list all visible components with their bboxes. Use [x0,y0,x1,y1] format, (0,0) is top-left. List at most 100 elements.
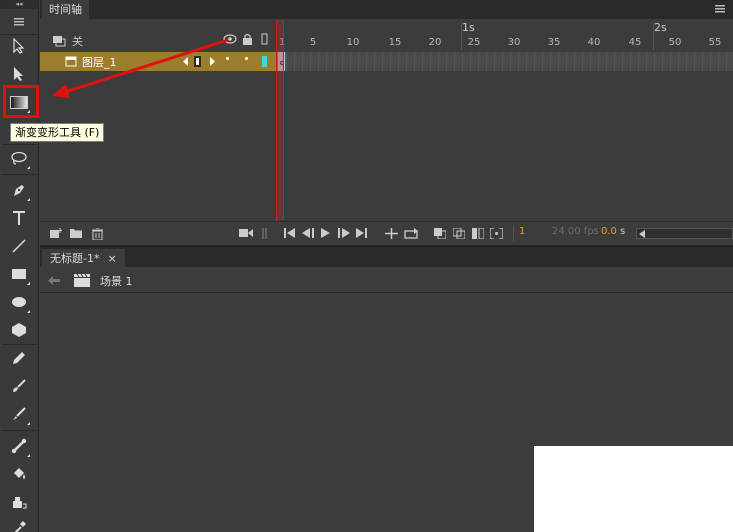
frame-number: 5 [309,37,317,48]
layer-name[interactable]: 图层_1 [82,54,117,70]
paint-brush-icon [13,379,26,392]
bone-tool[interactable] [7,434,31,458]
line-icon [12,239,26,253]
frame-number: 45 [628,37,642,48]
stage-pasteboard[interactable] [40,294,733,532]
ink-bottle-tool[interactable] [7,490,31,514]
step-back-icon[interactable] [302,228,314,238]
modify-markers-icon[interactable] [490,228,503,239]
eye-icon[interactable] [223,34,237,44]
timeline-header: 关 1s 2s 1 5 10 15 20 25 30 35 40 45 50 5… [40,19,733,52]
timeline-empty-area [40,71,733,219]
polygon-icon [12,323,26,337]
paint-brush-tool[interactable] [7,374,31,398]
paint-bucket-icon [14,468,25,479]
visibility-dot[interactable] [226,57,229,60]
lasso-tool[interactable] [7,146,31,170]
current-frame[interactable]: 1 [519,226,525,237]
new-folder-icon[interactable] [70,228,82,238]
edit-multiple-frames-icon[interactable] [472,228,484,239]
pin-icon[interactable] [262,228,268,239]
onion-skin-outlines-icon[interactable] [453,228,465,239]
back-arrow-icon[interactable] [48,276,60,285]
onion-skin-icon[interactable] [434,228,446,239]
frame-number: 50 [668,37,682,48]
pen-tool[interactable] [7,178,31,202]
paint-bucket-tool[interactable] [7,462,31,486]
loop-icon[interactable] [404,228,419,239]
oval-tool[interactable] [7,290,31,314]
selection-tool[interactable] [7,34,31,58]
frame-number: 25 [467,37,481,48]
eyedropper-tool[interactable] [7,516,31,532]
document-tabbar: 无标题-1* × [40,245,733,269]
panel-collapse-button[interactable]: ◂◂ [0,0,38,9]
highlight-box [3,85,39,118]
layer-icon [65,56,77,67]
subselection-tool[interactable] [7,62,31,86]
tab-document[interactable]: 无标题-1* × [42,249,125,269]
document-title: 无标题-1* [50,252,100,265]
play-icon[interactable] [321,228,330,238]
second-label: 2s [654,21,667,34]
panel-menu-button[interactable] [0,9,38,35]
keyframe-nav-icon[interactable] [183,56,215,67]
frame-number: 10 [346,37,360,48]
brush-icon [13,407,26,420]
eyedropper-icon [14,521,26,532]
elapsed-time[interactable]: 0.0 [601,226,617,237]
step-forward-icon[interactable] [338,228,350,238]
pencil-icon [13,352,25,364]
panel-menu-icon[interactable] [715,5,725,13]
brush-tool[interactable] [7,402,31,426]
frame-number: 55 [708,37,722,48]
text-icon [13,211,25,225]
text-tool[interactable] [7,206,31,230]
pencil-tool[interactable] [7,346,31,370]
frame-ruler[interactable]: 1s 2s 1 5 10 15 20 25 30 35 40 45 50 55 [278,19,733,52]
second-label: 1s [462,21,475,34]
frame-number: 20 [428,37,442,48]
selection-arrow-icon [13,38,25,54]
close-tab-icon[interactable]: × [107,249,116,269]
trash-icon[interactable] [92,228,103,240]
tool-tooltip: 渐变变形工具 (F) [10,123,105,142]
tools-panel: ◂◂ [0,0,39,532]
outline-icon[interactable] [261,33,268,45]
outline-color-swatch[interactable] [262,56,267,67]
menu-icon [14,17,24,25]
frame-number: 35 [547,37,561,48]
lasso-icon [11,151,27,165]
layer-header: 关 [52,33,83,49]
timeline-footer: 1 24.00 fps 0.0 s [40,221,733,243]
subselection-arrow-icon [14,67,23,81]
line-tool[interactable] [7,234,31,258]
scene-toggle-label[interactable]: 关 [72,33,83,49]
timeline-horizontal-scrollbar[interactable] [636,228,733,239]
go-to-last-frame-icon[interactable] [356,228,367,238]
layer-row[interactable]: 图层_1 [40,52,278,71]
lock-icon[interactable] [242,33,253,45]
new-layer-icon[interactable] [50,228,62,239]
bone-icon [11,438,27,454]
elapsed-time-unit: s [620,226,626,237]
edit-bar: 场景 1 [40,267,733,293]
scroll-left-icon[interactable] [639,230,645,238]
frame-number: 30 [507,37,521,48]
lock-dot[interactable] [245,57,248,60]
scene-label[interactable]: 场景 1 [100,273,133,289]
frames-row[interactable] [278,52,733,71]
frame-number: 40 [587,37,601,48]
rectangle-tool[interactable] [7,262,31,286]
tab-timeline[interactable]: 时间轴 [42,0,89,19]
layers-icon[interactable] [52,35,66,47]
go-to-first-frame-icon[interactable] [284,228,295,238]
oval-icon [12,297,26,307]
polystar-tool[interactable] [7,318,31,342]
stage-canvas[interactable] [534,446,733,532]
center-frame-icon[interactable] [385,228,398,239]
playhead[interactable] [276,20,284,220]
camera-icon[interactable] [239,228,253,238]
frame-rate[interactable]: 24.00 fps [552,226,599,237]
flash-workspace: ◂◂ 时间轴 关 1s 2s 1 5 10 15 20 25 30 35 40 … [0,0,733,532]
